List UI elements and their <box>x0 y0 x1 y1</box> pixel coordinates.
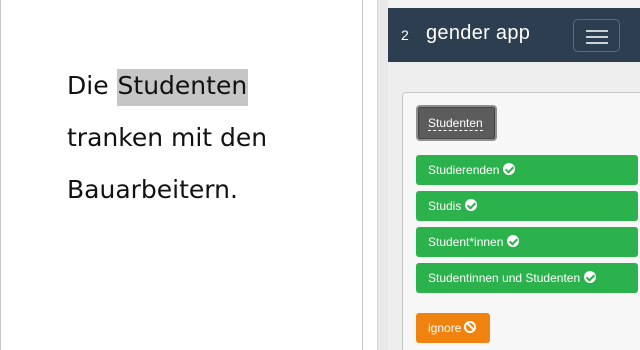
pane-divider[interactable] <box>377 0 388 350</box>
hamburger-menu-button[interactable] <box>573 19 620 52</box>
brand-title: gender app <box>426 22 531 44</box>
check-circle-icon <box>584 271 597 283</box>
alternative-label: Studis <box>428 199 462 213</box>
suggestion-card: Studenten Studierenden Studis Student*in… <box>402 92 640 350</box>
alternative-button-student-innen[interactable]: Student*innen <box>416 227 638 257</box>
navbar: 2 gender app <box>388 8 640 62</box>
document-text-before: Die <box>67 71 117 100</box>
ban-icon <box>464 321 477 333</box>
document-page[interactable]: Die Studenten tranken mit den Bauarbeite… <box>0 0 363 350</box>
alternative-label: Student*innen <box>428 235 504 249</box>
check-circle-icon <box>503 163 516 175</box>
gender-app-pane: 2 gender app Studenten Studierenden Stud… <box>388 0 640 350</box>
document-line-1: Die Studenten <box>67 60 357 112</box>
page-gap <box>363 0 377 350</box>
alternative-label: Studentinnen und Studenten <box>428 271 581 285</box>
alternative-button-studis[interactable]: Studis <box>416 191 638 221</box>
highlighted-word[interactable]: Studenten <box>116 69 249 106</box>
selected-word-label: Studenten <box>428 116 483 131</box>
document-line-2: tranken mit den <box>67 123 268 152</box>
ignore-button[interactable]: ignore <box>416 313 490 343</box>
ignore-label: ignore <box>428 321 462 335</box>
document-line-3: Bauarbeitern. <box>67 175 238 204</box>
selected-word-button[interactable]: Studenten <box>416 105 497 141</box>
document-paragraph[interactable]: Die Studenten tranken mit den Bauarbeite… <box>67 60 357 216</box>
pane-top-strip <box>388 0 640 8</box>
alternative-button-studentinnen-und-studenten[interactable]: Studentinnen und Studenten <box>416 263 638 293</box>
version-label: 2 <box>401 27 409 43</box>
alternative-label: Studierenden <box>428 163 500 177</box>
alternative-button-studierenden[interactable]: Studierenden <box>416 155 638 185</box>
check-circle-icon <box>465 199 478 211</box>
check-circle-icon <box>507 235 520 247</box>
